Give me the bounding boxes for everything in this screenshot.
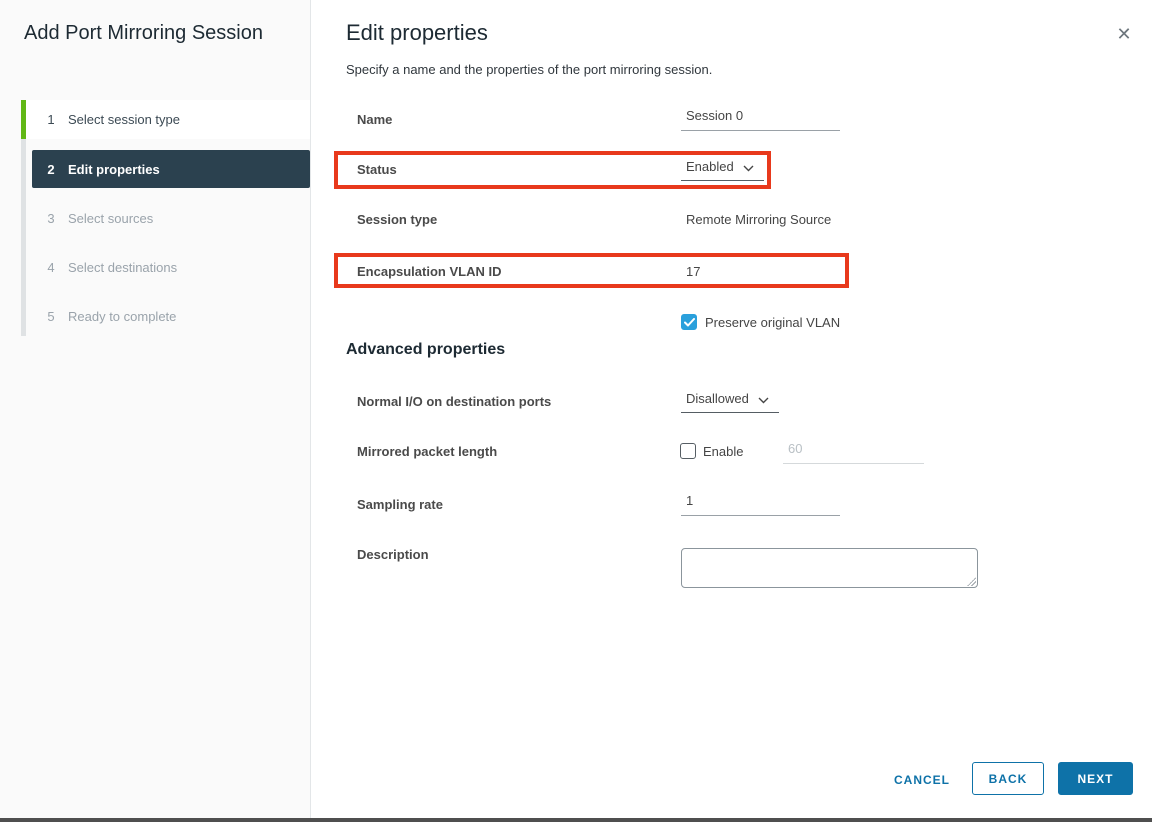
close-icon[interactable]: ✕ (1114, 24, 1134, 44)
edit-properties-panel: Edit properties Specify a name and the p… (312, 0, 1152, 818)
page-subtitle: Specify a name and the properties of the… (346, 62, 712, 77)
back-button[interactable]: BACK (972, 762, 1044, 795)
next-button[interactable]: NEXT (1058, 762, 1133, 795)
preserve-original-vlan-checkbox[interactable] (681, 314, 697, 330)
normal-io-label: Normal I/O on destination ports (357, 394, 551, 409)
description-field-wrap (681, 548, 978, 588)
window-bottom-edge (0, 818, 1152, 822)
encapsulation-vlan-id-label: Encapsulation VLAN ID (357, 264, 501, 279)
step-number: 1 (44, 112, 58, 127)
description-textarea[interactable] (681, 548, 978, 588)
wizard-sidebar: Add Port Mirroring Session 1 Select sess… (0, 0, 311, 818)
mirrored-packet-length-enable-checkbox[interactable] (680, 443, 696, 459)
step-label: Select session type (68, 112, 180, 127)
status-dropdown-value: Enabled (686, 159, 734, 174)
step-number: 4 (44, 260, 58, 275)
status-label: Status (357, 162, 397, 177)
step-label: Select sources (68, 211, 153, 226)
session-type-label: Session type (357, 212, 437, 227)
normal-io-dropdown[interactable]: Disallowed (681, 386, 779, 413)
step-select-session-type[interactable]: 1 Select session type (26, 100, 310, 139)
mirrored-packet-length-enable-label: Enable (703, 444, 743, 459)
step-number: 3 (44, 211, 58, 226)
sampling-rate-label: Sampling rate (357, 497, 443, 512)
encapsulation-vlan-id-value[interactable]: 17 (686, 264, 700, 279)
step-label: Ready to complete (68, 309, 176, 324)
step-select-sources[interactable]: 3 Select sources (26, 199, 310, 237)
status-dropdown[interactable]: Enabled (681, 154, 764, 181)
chevron-down-icon (758, 392, 769, 407)
cancel-button[interactable]: CANCEL (890, 763, 954, 796)
step-label: Edit properties (68, 162, 160, 177)
mirrored-packet-length-label: Mirrored packet length (357, 444, 497, 459)
normal-io-dropdown-value: Disallowed (686, 391, 749, 406)
wizard-title: Add Port Mirroring Session (24, 20, 274, 47)
page-title: Edit properties (346, 20, 488, 46)
preserve-original-vlan-label: Preserve original VLAN (705, 315, 840, 330)
name-input[interactable] (681, 104, 840, 131)
mirrored-packet-length-input[interactable] (783, 437, 924, 464)
step-number: 5 (44, 309, 58, 324)
advanced-properties-heading: Advanced properties (346, 341, 505, 359)
step-select-destinations[interactable]: 4 Select destinations (26, 248, 310, 286)
step-number: 2 (44, 162, 58, 177)
description-label: Description (357, 547, 429, 562)
chevron-down-icon (743, 160, 754, 175)
step-edit-properties[interactable]: 2 Edit properties (32, 150, 310, 188)
add-port-mirroring-dialog: Add Port Mirroring Session 1 Select sess… (0, 0, 1152, 822)
sampling-rate-input[interactable] (681, 489, 840, 516)
step-label: Select destinations (68, 260, 177, 275)
name-label: Name (357, 112, 392, 127)
session-type-value: Remote Mirroring Source (686, 212, 831, 227)
step-ready-to-complete[interactable]: 5 Ready to complete (26, 297, 310, 335)
